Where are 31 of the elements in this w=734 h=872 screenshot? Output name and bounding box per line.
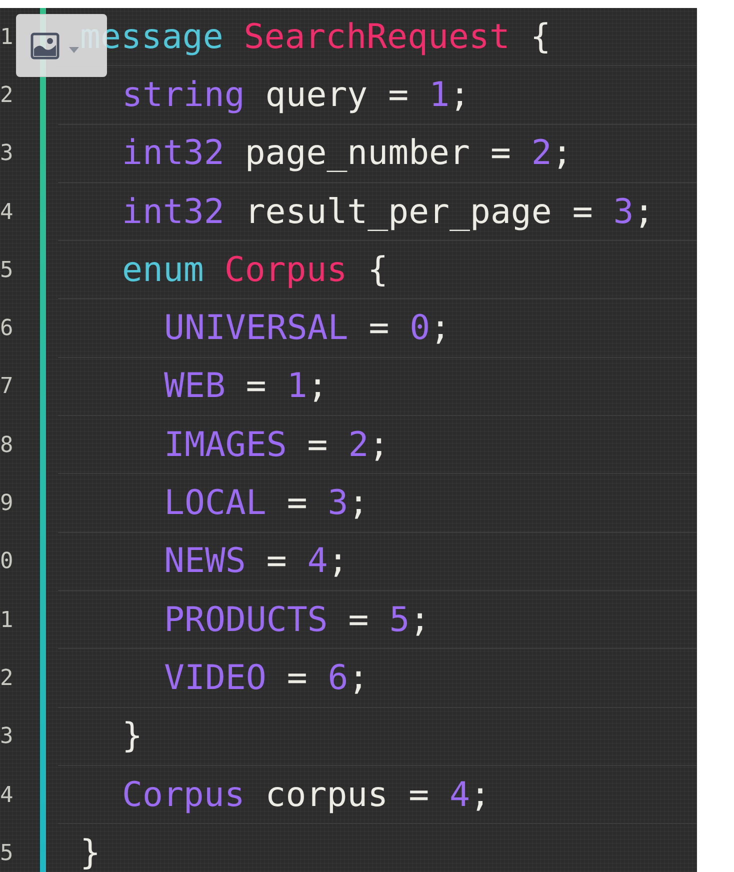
line-number: 2 — [0, 82, 14, 108]
code-line: } — [122, 716, 142, 756]
line-number: 1 — [0, 608, 14, 633]
code-line: PRODUCTS = 5; — [164, 600, 430, 640]
code-line: Corpus corpus = 4; — [122, 774, 490, 814]
line-number: 4 — [0, 782, 14, 808]
line-number: 5 — [0, 840, 14, 866]
code-line: int32 page_number = 2; — [122, 133, 572, 174]
line-number: 2 — [0, 666, 14, 691]
line-number: 1 — [0, 24, 14, 50]
code-line: enum Corpus { — [122, 250, 388, 290]
line-number: 6 — [0, 316, 14, 342]
code-line: string query = 1; — [122, 74, 470, 115]
code-line: UNIVERSAL = 0; — [164, 308, 451, 348]
code-line: NEWS = 4; — [164, 541, 348, 582]
line-number: 4 — [0, 200, 14, 225]
code-line: } — [80, 832, 100, 872]
code-line: IMAGES = 2; — [164, 424, 390, 465]
code-line: WEB = 1; — [164, 366, 328, 406]
line-number: 3 — [0, 724, 14, 750]
code-line: LOCAL = 3; — [164, 483, 369, 524]
line-number: 8 — [0, 432, 14, 458]
line-number: 3 — [0, 141, 14, 166]
caret-icon — [68, 46, 80, 54]
line-number: 5 — [0, 258, 14, 283]
code-line: VIDEO = 6; — [164, 658, 369, 698]
line-number: 7 — [0, 374, 14, 400]
line-number: 0 — [0, 549, 14, 574]
code-line: int32 result_per_page = 3; — [122, 192, 654, 232]
image-icon — [30, 30, 60, 60]
line-number: 9 — [0, 491, 14, 516]
